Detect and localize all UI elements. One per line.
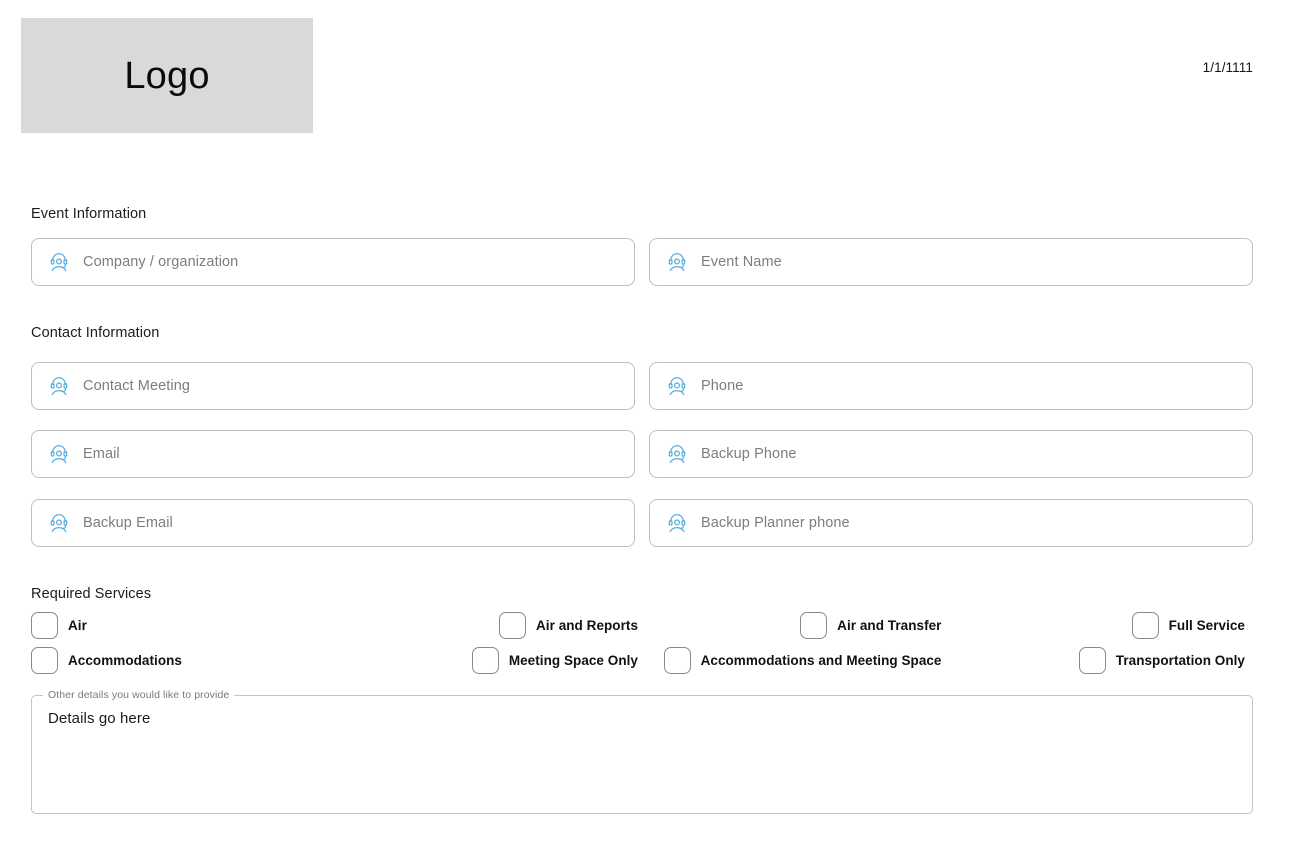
checkbox-label: Air: [68, 618, 87, 633]
field-placeholder: Company / organization: [83, 254, 238, 270]
checkbox-box[interactable]: [1079, 647, 1106, 674]
checkbox-label: Air and Reports: [536, 618, 638, 633]
headset-agent-icon: [48, 251, 70, 273]
section-label-contact-information: Contact Information: [31, 325, 159, 341]
field-placeholder: Email: [83, 446, 120, 462]
field-phone[interactable]: Phone: [649, 362, 1253, 410]
header-date: 1/1/1111: [1203, 60, 1253, 75]
field-backup-phone[interactable]: Backup Phone: [649, 430, 1253, 478]
checkbox-label: Full Service: [1169, 618, 1245, 633]
checkbox-item-meeting-space-only[interactable]: Meeting Space Only: [335, 647, 639, 674]
field-backup-email[interactable]: Backup Email: [31, 499, 635, 547]
field-placeholder: Backup Planner phone: [701, 515, 850, 531]
headset-agent-icon: [48, 512, 70, 534]
page-header: Logo 1/1/1111: [0, 0, 1303, 160]
checkbox-label: Transportation Only: [1116, 653, 1245, 668]
field-backup-planner-phone[interactable]: Backup Planner phone: [649, 499, 1253, 547]
checkbox-item-accommodations-and-meeting-space[interactable]: Accommodations and Meeting Space: [638, 647, 942, 674]
headset-agent-icon: [48, 375, 70, 397]
textarea-legend: Other details you would like to provide: [43, 690, 234, 701]
checkbox-item-air-and-transfer[interactable]: Air and Transfer: [638, 612, 942, 639]
checkbox-box[interactable]: [499, 612, 526, 639]
checkbox-box[interactable]: [31, 612, 58, 639]
headset-agent-icon: [48, 443, 70, 465]
checkbox-item-transportation-only[interactable]: Transportation Only: [942, 647, 1246, 674]
field-placeholder: Backup Email: [83, 515, 173, 531]
checkbox-label: Air and Transfer: [837, 618, 941, 633]
logo-text: Logo: [124, 57, 209, 95]
checkbox-box[interactable]: [800, 612, 827, 639]
checkbox-row: Accommodations Meeting Space Only Accomm…: [31, 647, 1245, 674]
field-email[interactable]: Email: [31, 430, 635, 478]
checkbox-item-air[interactable]: Air: [31, 612, 335, 639]
field-placeholder: Phone: [701, 378, 743, 394]
section-label-required-services: Required Services: [31, 586, 151, 602]
checkbox-box[interactable]: [1132, 612, 1159, 639]
field-placeholder: Contact Meeting: [83, 378, 190, 394]
logo-placeholder: Logo: [21, 18, 313, 133]
checkbox-box[interactable]: [472, 647, 499, 674]
field-company-organization[interactable]: Company / organization: [31, 238, 635, 286]
checkbox-box[interactable]: [31, 647, 58, 674]
field-placeholder: Event Name: [701, 254, 782, 270]
headset-agent-icon: [666, 512, 688, 534]
checkbox-item-full-service[interactable]: Full Service: [942, 612, 1246, 639]
headset-agent-icon: [666, 251, 688, 273]
headset-agent-icon: [666, 375, 688, 397]
checkbox-label: Accommodations and Meeting Space: [701, 653, 942, 668]
checkbox-item-accommodations[interactable]: Accommodations: [31, 647, 335, 674]
field-placeholder: Backup Phone: [701, 446, 797, 462]
other-details-textarea[interactable]: Other details you would like to provide …: [31, 690, 1253, 814]
checkbox-label: Accommodations: [68, 653, 182, 668]
checkbox-box[interactable]: [664, 647, 691, 674]
section-label-event-information: Event Information: [31, 206, 146, 222]
checkbox-item-air-and-reports[interactable]: Air and Reports: [335, 612, 639, 639]
checkbox-row: Air Air and Reports Air and Transfer Ful…: [31, 612, 1245, 639]
headset-agent-icon: [666, 443, 688, 465]
field-contact-meeting[interactable]: Contact Meeting: [31, 362, 635, 410]
field-event-name[interactable]: Event Name: [649, 238, 1253, 286]
textarea-value[interactable]: Details go here: [48, 708, 1239, 804]
required-services-checkbox-grid: Air Air and Reports Air and Transfer Ful…: [31, 612, 1245, 682]
checkbox-label: Meeting Space Only: [509, 653, 638, 668]
